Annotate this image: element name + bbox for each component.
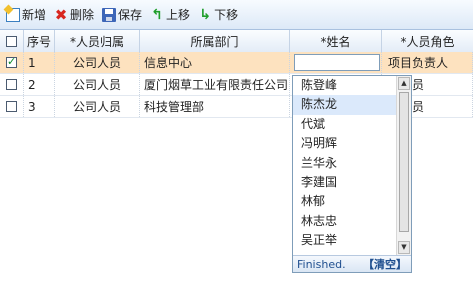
row-belong[interactable]: 公司人员	[55, 74, 140, 95]
move-up-label: 上移	[166, 8, 191, 22]
dropdown-item[interactable]: 兰华永	[293, 154, 396, 173]
scroll-thumb[interactable]	[399, 92, 409, 232]
dropdown-item[interactable]: 吴正举	[293, 231, 396, 250]
dropdown-footer: Finished. 【清空】	[293, 255, 411, 272]
select-all-checkbox[interactable]	[6, 35, 17, 47]
row-index: 1	[24, 52, 55, 73]
row-checkbox-cell[interactable]	[0, 96, 24, 117]
toolbar: 新增 ✖ 删除 保存 ↰ 上移 ↳ 下移	[0, 0, 473, 30]
move-up-button[interactable]: ↰ 上移	[148, 5, 192, 25]
row-checkbox[interactable]	[6, 55, 17, 68]
row-name[interactable]	[290, 52, 382, 73]
dropdown-list[interactable]: 陈登峰 陈杰龙 代斌 冯明辉 兰华永 李建国 林郁 林志忠 吴正举	[293, 76, 396, 255]
row-index: 3	[24, 96, 55, 117]
new-icon	[6, 7, 20, 22]
dropdown-item-highlighted[interactable]: 陈杰龙	[293, 95, 396, 115]
scroll-up-icon[interactable]: ▲	[398, 77, 410, 90]
dropdown-scrollbar[interactable]: ▲ ▼	[396, 76, 411, 255]
row-dept[interactable]: 信息中心	[140, 52, 290, 73]
delete-button[interactable]: ✖ 删除	[52, 5, 96, 25]
clear-button[interactable]: 【清空】	[363, 256, 407, 272]
row-index: 2	[24, 74, 55, 95]
header-index[interactable]: 序号	[24, 30, 55, 52]
move-down-label: 下移	[214, 8, 239, 22]
move-down-icon: ↳	[199, 6, 211, 23]
row-checkbox-cell[interactable]	[0, 52, 24, 73]
row-belong[interactable]: 公司人员	[55, 52, 140, 73]
row-checkbox[interactable]	[6, 79, 17, 90]
header-select-all[interactable]	[0, 30, 24, 52]
move-up-icon: ↰	[151, 6, 163, 23]
row-role[interactable]: 项目负责人	[382, 52, 473, 73]
header-dept[interactable]: 所属部门	[140, 30, 290, 52]
save-icon	[102, 7, 117, 22]
move-down-button[interactable]: ↳ 下移	[196, 5, 240, 25]
dropdown-item[interactable]: 李建国	[293, 173, 396, 192]
dropdown-item[interactable]: 冯明辉	[293, 134, 396, 153]
row-checkbox[interactable]	[6, 101, 17, 112]
header-name[interactable]: *姓名	[290, 30, 382, 52]
dropdown-item[interactable]: 林志忠	[293, 212, 396, 231]
row-dept[interactable]: 厦门烟草工业有限责任公司	[140, 74, 290, 95]
row-checkbox-cell[interactable]	[0, 74, 24, 95]
header-belong[interactable]: *人员归属	[55, 30, 140, 52]
dropdown-status: Finished.	[297, 257, 346, 271]
row-belong[interactable]: 公司人员	[55, 96, 140, 117]
save-button[interactable]: 保存	[100, 5, 144, 25]
name-dropdown[interactable]: 陈登峰 陈杰龙 代斌 冯明辉 兰华永 李建国 林郁 林志忠 吴正举 ▲ ▼ Fi…	[292, 75, 412, 273]
grid-header: 序号 *人员归属 所属部门 *姓名 *人员角色	[0, 30, 473, 53]
header-role[interactable]: *人员角色	[382, 30, 473, 52]
dropdown-item[interactable]: 陈登峰	[293, 76, 396, 95]
dropdown-item[interactable]: 代斌	[293, 115, 396, 134]
new-label: 新增	[22, 8, 47, 22]
new-button[interactable]: 新增	[4, 5, 48, 25]
name-input[interactable]	[294, 54, 380, 71]
delete-icon: ✖	[54, 5, 68, 24]
table-row[interactable]: 1 公司人员 信息中心 项目负责人	[0, 52, 473, 74]
save-label: 保存	[118, 8, 143, 22]
delete-label: 删除	[70, 8, 95, 22]
row-dept[interactable]: 科技管理部	[140, 96, 290, 117]
scroll-down-icon[interactable]: ▼	[398, 241, 410, 254]
dropdown-item[interactable]: 林郁	[293, 192, 396, 211]
